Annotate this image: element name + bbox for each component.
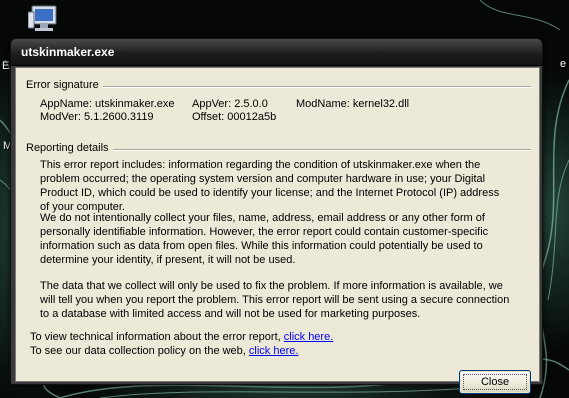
title-bar[interactable]: utskinmaker.exe — [11, 39, 542, 66]
module-name-value: ModName: kernel32.dll — [296, 98, 410, 110]
technical-info-text: To view technical information about the … — [30, 331, 281, 343]
window-title: utskinmaker.exe — [21, 45, 115, 59]
report-contents-paragraph: This error report includes: information … — [40, 159, 500, 213]
data-usage-paragraph: The data that we collect will only be us… — [40, 280, 510, 320]
computer-monitor-icon[interactable] — [28, 4, 62, 34]
technical-info-line: To view technical information about the … — [30, 331, 333, 343]
app-version-value: AppVer: 2.5.0.0 — [192, 98, 268, 110]
desktop-icon-label-fragment: e — [560, 58, 567, 70]
error-signature-heading: Error signature — [26, 79, 103, 91]
dialog-content: Error signature AppName: utskinmaker.exe… — [15, 67, 540, 394]
error-report-dialog: utskinmaker.exe Error signature AppName:… — [10, 38, 543, 394]
offset-value: Offset: 00012a5b — [192, 111, 277, 123]
privacy-paragraph: We do not intentionally collect your fil… — [40, 212, 489, 266]
data-policy-link[interactable]: click here. — [249, 345, 299, 357]
module-version-value: ModVer: 5.1.2600.3119 — [40, 111, 154, 123]
app-name-value: AppName: utskinmaker.exe — [40, 98, 175, 110]
reporting-details-heading: Reporting details — [26, 142, 113, 154]
data-policy-text: To see our data collection policy on the… — [30, 345, 246, 357]
close-button[interactable]: Close — [459, 370, 531, 394]
desktop-icon-label-fragment: E — [2, 60, 10, 72]
technical-info-link[interactable]: click here. — [284, 331, 334, 343]
data-policy-line: To see our data collection policy on the… — [30, 345, 298, 357]
